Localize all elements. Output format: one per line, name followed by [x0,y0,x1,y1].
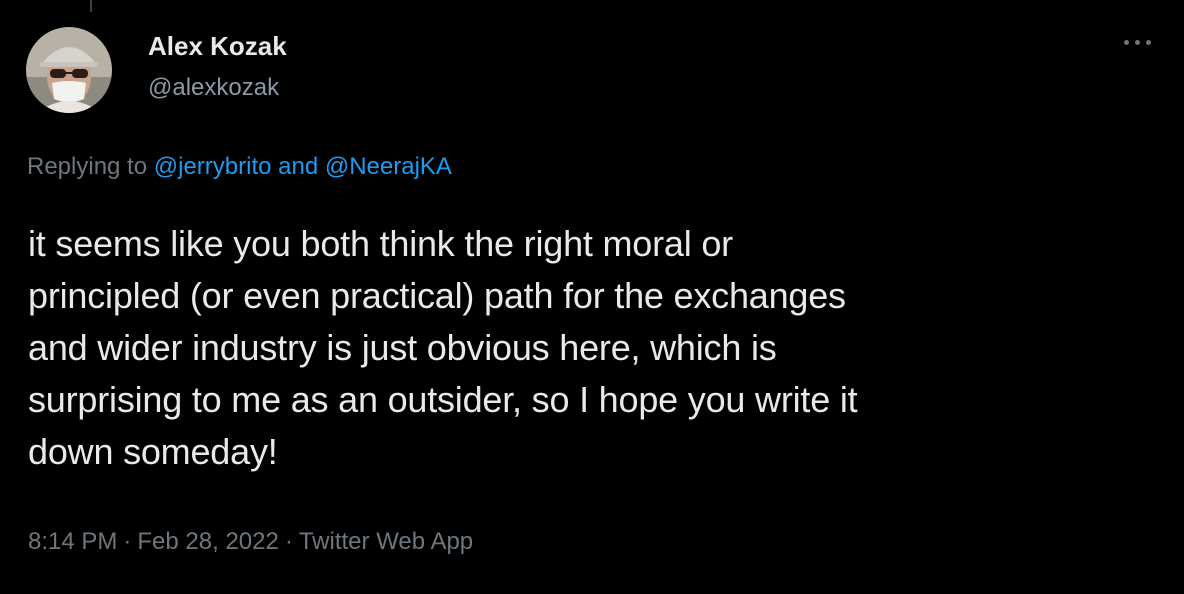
author-handle[interactable]: @alexkozak [148,73,279,103]
more-horizontal-icon [1124,40,1129,45]
more-horizontal-icon-dot [1135,40,1140,45]
tweet-source[interactable]: Twitter Web App [299,528,473,555]
thread-connector-line [90,0,92,12]
meta-separator: · [123,528,132,555]
replying-to-line: Replying to @jerrybrito and @NeerajKA [27,151,452,183]
meta-separator: · [284,528,293,555]
replying-to-label: Replying to [27,153,154,180]
author-display-name[interactable]: Alex Kozak [148,31,287,61]
avatar[interactable] [26,27,112,113]
mention-link-jerrybrito[interactable]: @jerrybrito [154,153,272,180]
tweet-date[interactable]: Feb 28, 2022 [137,528,278,555]
tweet-time[interactable]: 8:14 PM [28,528,117,555]
tweet-text: it seems like you both think the right m… [28,223,858,472]
more-options-button[interactable] [1122,30,1158,54]
mention-joiner: and [271,153,325,180]
avatar-image [26,27,112,113]
more-horizontal-icon-dot [1146,40,1151,45]
tweet-metadata: 8:14 PM · Feb 28, 2022 · Twitter Web App [28,526,473,558]
mention-link-neerajka[interactable]: @NeerajKA [325,153,452,180]
